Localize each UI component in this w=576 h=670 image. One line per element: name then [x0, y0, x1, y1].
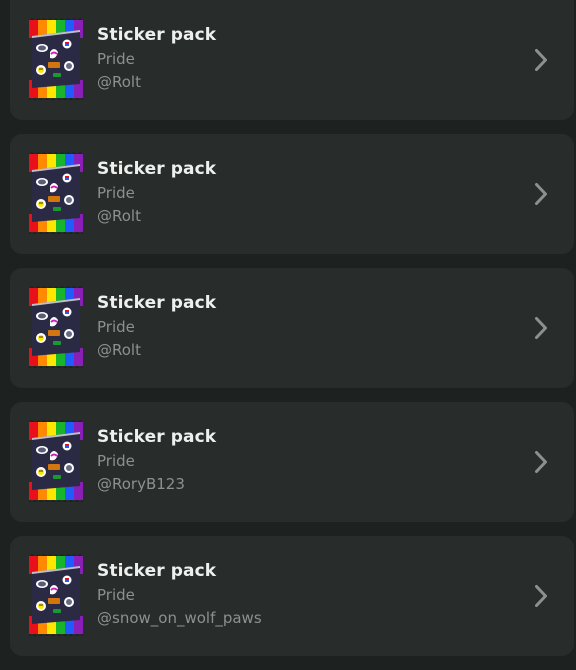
item-author: @snow_on_wolf_paws	[97, 609, 262, 627]
item-title: Sticker pack	[97, 293, 217, 313]
pride-sticker-pack-icon	[29, 18, 83, 100]
chevron-right-icon[interactable]	[534, 182, 548, 206]
list-item-text: Sticker pack Pride @Rolt	[97, 292, 216, 360]
chevron-right-icon[interactable]	[534, 450, 548, 474]
list-item[interactable]: Sticker pack Pride @Rolt	[10, 268, 574, 388]
item-subtitle: Pride	[97, 452, 135, 470]
list-item[interactable]: Sticker pack Pride @Rolt	[10, 0, 574, 120]
list-item[interactable]: Sticker pack Pride @RoryB123	[10, 402, 574, 522]
list-item[interactable]: Sticker pack Pride @Rolt	[10, 134, 574, 254]
chevron-right-icon[interactable]	[534, 48, 548, 72]
chevron-right-icon[interactable]	[534, 316, 548, 340]
sticker-pack-list: Sticker pack Pride @Rolt Sticker pack Pr…	[10, 0, 574, 670]
pride-sticker-pack-icon	[29, 152, 83, 234]
item-author: @Rolt	[97, 341, 141, 359]
pride-sticker-pack-icon	[29, 420, 83, 502]
pride-sticker-pack-icon	[29, 286, 83, 368]
list-item-text: Sticker pack Pride @snow_on_wolf_paws	[97, 560, 262, 628]
item-title: Sticker pack	[97, 427, 217, 447]
item-subtitle: Pride	[97, 50, 135, 68]
item-title: Sticker pack	[97, 25, 217, 45]
list-item-text: Sticker pack Pride @RoryB123	[97, 426, 216, 494]
list-item[interactable]: Sticker pack Pride @snow_on_wolf_paws	[10, 536, 574, 656]
item-subtitle: Pride	[97, 318, 135, 336]
list-item-text: Sticker pack Pride @Rolt	[97, 24, 216, 92]
item-subtitle: Pride	[97, 586, 135, 604]
item-author: @RoryB123	[97, 475, 185, 493]
item-subtitle: Pride	[97, 184, 135, 202]
list-item-text: Sticker pack Pride @Rolt	[97, 158, 216, 226]
pride-sticker-pack-icon	[29, 554, 83, 636]
item-author: @Rolt	[97, 73, 141, 91]
item-title: Sticker pack	[97, 159, 217, 179]
item-title: Sticker pack	[97, 561, 217, 581]
chevron-right-icon[interactable]	[534, 584, 548, 608]
item-author: @Rolt	[97, 207, 141, 225]
